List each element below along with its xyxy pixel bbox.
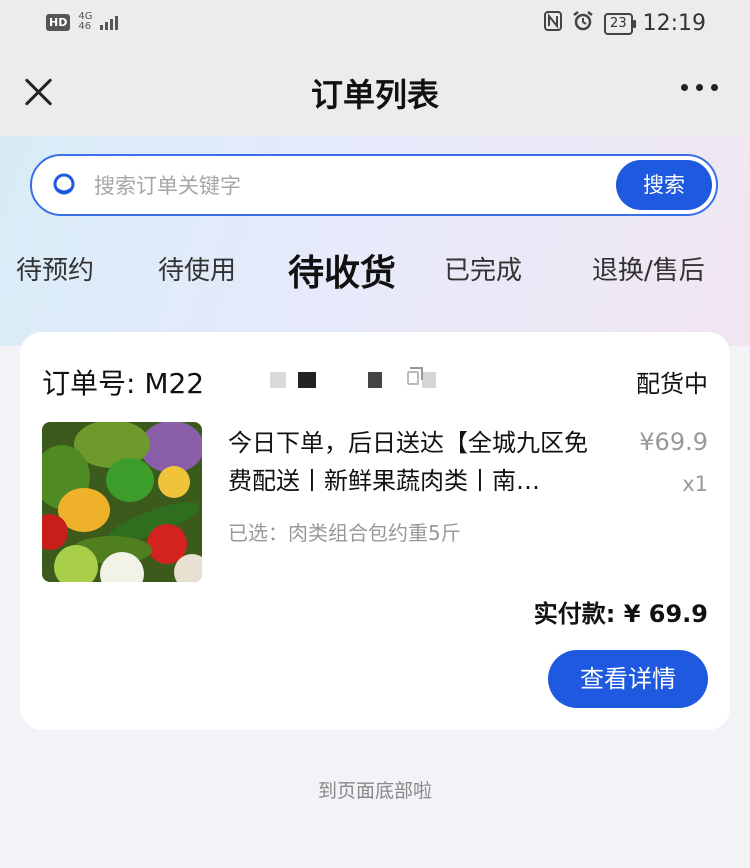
status-left: HD 4G 46 <box>46 12 119 32</box>
signal-icon <box>100 14 119 30</box>
order-status: 配货中 <box>636 370 708 398</box>
order-number: 订单号: M22 <box>42 367 205 400</box>
battery-icon: 23 <box>604 12 636 35</box>
status-right: 23 12:19 <box>544 10 706 37</box>
page-title: 订单列表 <box>310 76 439 114</box>
nfc-icon <box>544 11 563 36</box>
paid-amount: 实付款: ¥ 69.9 <box>533 600 708 628</box>
tab-completed[interactable]: 已完成 <box>444 250 522 287</box>
header-area: 搜索 待预约 待使用 待收货 已完成 退换/售后 <box>0 136 750 346</box>
product-quantity: x1 <box>682 472 708 496</box>
product-image[interactable] <box>42 422 202 582</box>
product-spec: 已选：肉类组合包约重5斤 <box>228 521 461 545</box>
view-details-button[interactable]: 查看详情 <box>548 650 708 708</box>
network-type: 4G 46 <box>78 12 92 32</box>
tab-pending-appointment[interactable]: 待预约 <box>16 250 94 287</box>
tab-returns[interactable]: 退换/售后 <box>592 250 705 287</box>
search-bar: 搜索 <box>30 154 718 216</box>
more-options-icon[interactable] <box>681 84 718 91</box>
order-tabs: 待预约 待使用 待收货 已完成 退换/售后 <box>0 240 750 300</box>
nav-bar: 订单列表 <box>0 48 750 136</box>
product-title[interactable]: 今日下单，后日送达【全城九区免费配送丨新鲜果蔬肉类丨南… <box>228 424 608 500</box>
tab-pending-receipt[interactable]: 待收货 <box>288 244 396 296</box>
tab-pending-use[interactable]: 待使用 <box>158 250 236 287</box>
search-icon <box>52 173 76 197</box>
copy-icon[interactable] <box>406 366 426 386</box>
network-sub-label: 46 <box>78 21 92 32</box>
status-bar: HD 4G 46 23 12:19 <box>0 0 750 48</box>
product-price: ¥69.9 <box>639 428 708 456</box>
alarm-icon <box>572 10 594 37</box>
end-of-list-text: 到页面底部啦 <box>317 780 432 802</box>
clock: 12:19 <box>642 11 706 36</box>
hd-icon: HD <box>46 13 71 31</box>
order-card[interactable]: 订单号: M22 配货中 今日下单，后日送达【全城九区免费配送丨新鲜果蔬肉类丨南… <box>20 332 730 730</box>
search-button[interactable]: 搜索 <box>616 160 712 210</box>
search-input[interactable] <box>94 170 614 202</box>
